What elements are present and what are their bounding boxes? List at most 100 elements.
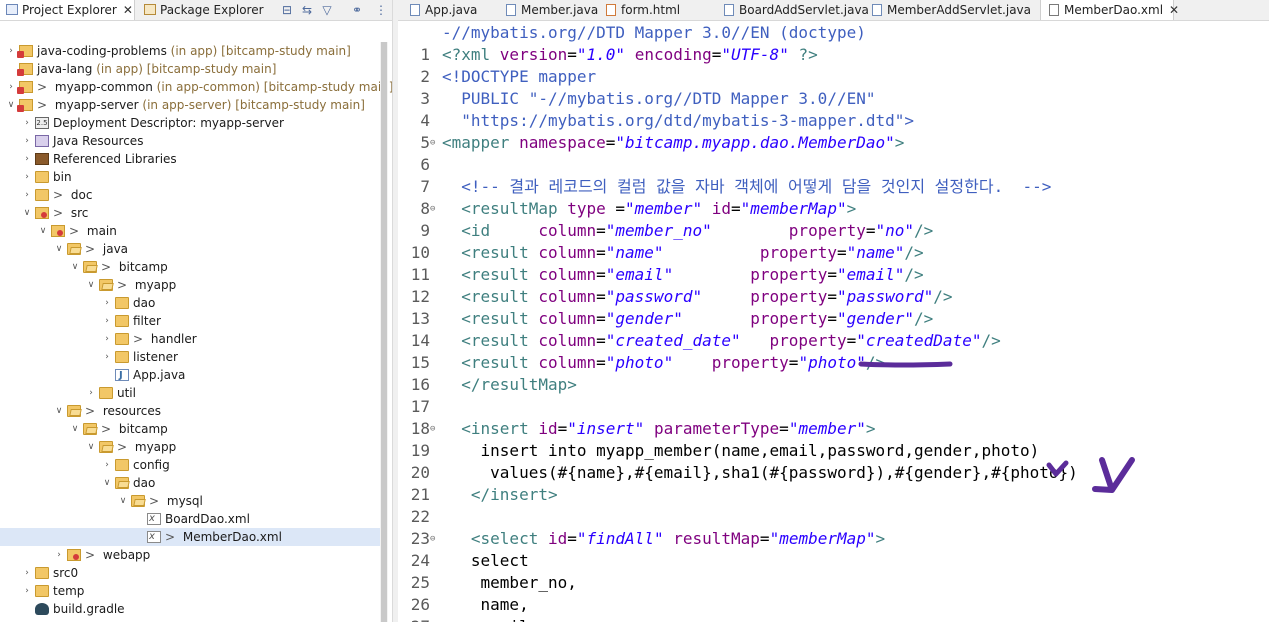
code-line[interactable]: 27 email, [398, 616, 1269, 622]
tree-item[interactable]: ∨ > src [0, 204, 380, 222]
tree-item[interactable]: ∨ > resources [0, 402, 380, 420]
tree-item[interactable]: App.java [0, 366, 380, 385]
chevron-down-icon[interactable]: ∨ [86, 438, 96, 456]
tree-item[interactable]: > MemberDao.xml [0, 528, 380, 546]
chevron-right-icon[interactable]: › [22, 150, 32, 168]
code-line[interactable]: 13 <result column="gender" property="gen… [398, 308, 1269, 330]
code-line[interactable]: 15 <result column="photo" property="phot… [398, 352, 1269, 374]
code-line[interactable]: 17 [398, 396, 1269, 418]
code-area[interactable]: -//mybatis.org//DTD Mapper 3.0//EN (doct… [398, 22, 1269, 622]
chevron-right-icon[interactable]: › [22, 114, 32, 132]
code-line[interactable]: 20 values(#{name},#{email},sha1(#{passwo… [398, 462, 1269, 484]
code-line[interactable]: 7 <!-- 결과 레코드의 컬럼 값을 자바 객체에 어떻게 담을 것인지 설… [398, 176, 1269, 198]
tree-item[interactable]: › config [0, 456, 380, 474]
tree-item[interactable]: › bin [0, 168, 380, 186]
tree-item[interactable]: › Referenced Libraries [0, 150, 380, 168]
code-line[interactable]: 24 select [398, 550, 1269, 572]
chevron-right-icon[interactable]: › [22, 186, 32, 204]
chevron-right-icon[interactable]: › [86, 384, 96, 402]
tree-scrollbar[interactable] [380, 42, 388, 622]
code-line[interactable]: 6 [398, 154, 1269, 176]
chevron-down-icon[interactable]: ∨ [6, 96, 16, 114]
tree-item[interactable]: › > webapp [0, 546, 380, 564]
chevron-right-icon[interactable]: › [22, 168, 32, 186]
chevron-right-icon[interactable]: › [102, 456, 112, 474]
code-line[interactable]: 16 </resultMap> [398, 374, 1269, 396]
tab-package-explorer[interactable]: Package Explorer [138, 0, 268, 20]
tree-item[interactable]: › > doc [0, 186, 380, 204]
chevron-right-icon[interactable]: › [102, 294, 112, 312]
tree-item[interactable]: ∨ > mysql [0, 492, 380, 510]
tree-item[interactable]: › > handler [0, 330, 380, 348]
code-line[interactable]: 14 <result column="created_date" propert… [398, 330, 1269, 352]
chevron-down-icon[interactable]: ∨ [38, 222, 48, 240]
code-line[interactable]: 11 <result column="email" property="emai… [398, 264, 1269, 286]
code-line[interactable]: 21 </insert> [398, 484, 1269, 506]
tree-item[interactable]: ∨ > bitcamp [0, 420, 380, 438]
editor-tab[interactable]: BoardAddServlet.java [716, 0, 869, 20]
editor-tab[interactable]: Member.java [498, 0, 598, 20]
tab-project-explorer[interactable]: Project Explorer ✕ [0, 0, 135, 20]
close-icon[interactable]: ✕ [123, 3, 133, 17]
tree-item[interactable]: java-lang (in app) [bitcamp-study main] [0, 60, 380, 78]
tree-item[interactable]: build.gradle [0, 600, 380, 618]
fold-toggle-icon[interactable]: ⊖ [430, 198, 435, 220]
tree-scrollbar-thumb[interactable] [381, 42, 387, 622]
tree-item[interactable]: › java-coding-problems (in app) [bitcamp-… [0, 42, 380, 60]
code-line[interactable]: 26 name, [398, 594, 1269, 616]
chevron-right-icon[interactable]: › [22, 132, 32, 150]
tree-item[interactable]: › util [0, 384, 380, 402]
code-line[interactable]: 10 <result column="name" property="name"… [398, 242, 1269, 264]
chevron-down-icon[interactable]: ∨ [70, 420, 80, 438]
code-line[interactable]: 19 insert into myapp_member(name,email,p… [398, 440, 1269, 462]
tree-item[interactable]: ∨ dao [0, 474, 380, 492]
link-with-editor-icon[interactable]: ⇆ [300, 3, 314, 17]
tree-item[interactable]: › src0 [0, 564, 380, 582]
fold-toggle-icon[interactable]: ⊖ [430, 132, 435, 154]
code-line[interactable]: 3 PUBLIC "-//mybatis.org//DTD Mapper 3.0… [398, 88, 1269, 110]
chevron-right-icon[interactable]: › [54, 546, 64, 564]
editor-tab[interactable]: MemberDao.xml ✕ [1040, 0, 1179, 20]
editor-tab[interactable]: form.html [598, 0, 716, 20]
code-line[interactable]: 8 ⊖ <resultMap type ="member" id="memberM… [398, 198, 1269, 220]
filter-icon[interactable]: ▽ [320, 3, 334, 17]
fold-toggle-icon[interactable]: ⊖ [430, 418, 435, 440]
chevron-right-icon[interactable]: › [6, 42, 16, 60]
code-line[interactable]: 5 ⊖ <mapper namespace="bitcamp.myapp.dao.M… [398, 132, 1269, 154]
collapse-all-icon[interactable]: ⊟ [280, 3, 294, 17]
chevron-down-icon[interactable]: ∨ [54, 402, 64, 420]
code-line[interactable]: 23 ⊖ <select id="findAll" resultMap="memb… [398, 528, 1269, 550]
chevron-right-icon[interactable]: › [22, 564, 32, 582]
code-line[interactable]: 9 <id column="member_no" property="no"/> [398, 220, 1269, 242]
tree-item[interactable]: › 2.5 Deployment Descriptor: myapp-server [0, 114, 380, 132]
code-line[interactable]: 25 member_no, [398, 572, 1269, 594]
tree-item[interactable]: BoardDao.xml [0, 510, 380, 528]
code-line[interactable]: 22 [398, 506, 1269, 528]
code-line[interactable]: 1 <?xml version="1.0" encoding="UTF-8" ?> [398, 44, 1269, 66]
chevron-right-icon[interactable]: › [102, 312, 112, 330]
code-line[interactable]: 18 ⊖ <insert id="insert" parameterType="m… [398, 418, 1269, 440]
editor-tab[interactable]: MemberAddServlet.java [864, 0, 1040, 20]
view-menu-icon[interactable]: ⋮ [374, 3, 388, 17]
editor-tab[interactable]: App.java [402, 0, 498, 20]
chevron-down-icon[interactable]: ∨ [70, 258, 80, 276]
code-line[interactable]: 2 <!DOCTYPE mapper [398, 66, 1269, 88]
chevron-down-icon[interactable]: ∨ [54, 240, 64, 258]
tree-item[interactable]: ∨ > main [0, 222, 380, 240]
tree-item[interactable]: ∨ > java [0, 240, 380, 258]
close-icon[interactable]: ✕ [1169, 3, 1179, 17]
fold-toggle-icon[interactable]: ⊖ [430, 528, 435, 550]
chevron-right-icon[interactable]: › [22, 582, 32, 600]
tree-item[interactable]: › temp [0, 582, 380, 600]
focus-icon[interactable]: ⚭ [350, 3, 364, 17]
tree-item[interactable]: › filter [0, 312, 380, 330]
tree-item[interactable]: ∨ > myapp [0, 276, 380, 294]
tree-item[interactable]: › listener [0, 348, 380, 366]
chevron-down-icon[interactable]: ∨ [118, 492, 128, 510]
code-line[interactable]: 12 <result column="password" property="p… [398, 286, 1269, 308]
chevron-down-icon[interactable]: ∨ [22, 204, 32, 222]
tree-item[interactable]: ∨ > bitcamp [0, 258, 380, 276]
tree-item[interactable]: ∨ > myapp-server (in app-server) [bitcamp… [0, 96, 380, 114]
chevron-down-icon[interactable]: ∨ [102, 474, 112, 492]
tree-item[interactable]: › Java Resources [0, 132, 380, 150]
